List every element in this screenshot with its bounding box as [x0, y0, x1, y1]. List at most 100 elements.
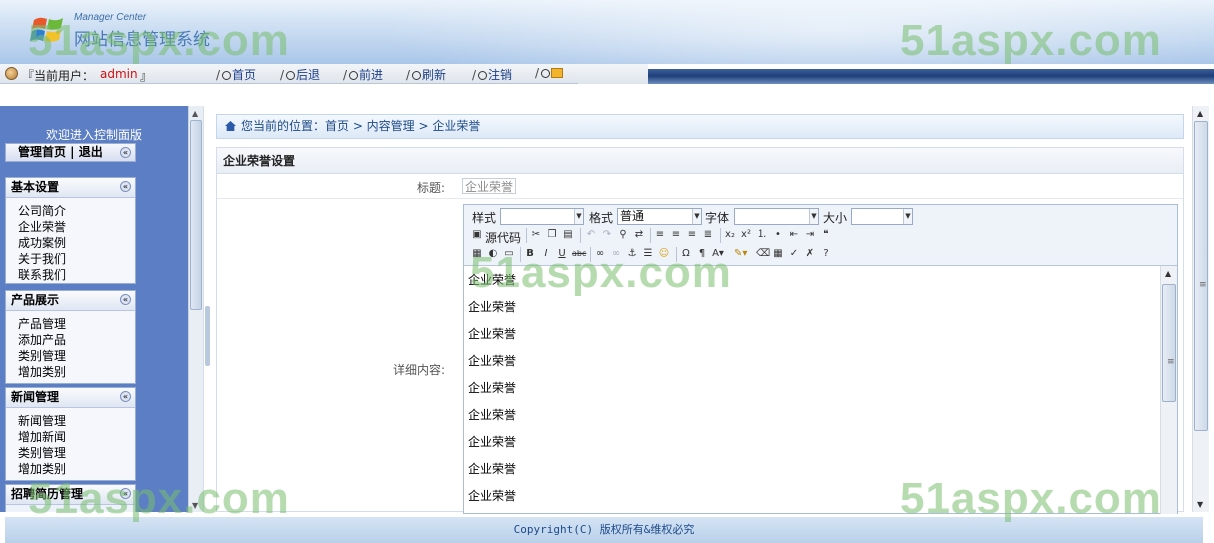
admin-links[interactable]: 管理首页 | 退出 « — [5, 143, 136, 162]
nav-refresh-button[interactable]: / 刷新 — [406, 66, 446, 83]
sidebar-section-header[interactable]: 基本设置 « — [6, 178, 135, 198]
replace-icon[interactable]: ⇄ — [633, 229, 645, 241]
sidebar-item-news-manage[interactable]: 新闻管理 — [18, 413, 135, 429]
subscript-icon[interactable]: x₂ — [724, 229, 736, 241]
sidebar-item-contact[interactable]: 联系我们 — [18, 267, 135, 283]
strikethrough-icon[interactable]: abc — [572, 248, 586, 260]
form-panel: 企业荣誉设置 标题: 详细内容: 样式 ▼ 格式 普通▼ 字体 ▼ 大小 ▼ ▣… — [216, 147, 1184, 514]
paragraph-icon[interactable]: ¶ — [696, 248, 708, 260]
editor-content[interactable]: 企业荣誉 企业荣誉 企业荣誉 企业荣誉 企业荣誉 企业荣誉 企业荣誉 企业荣誉 … — [464, 265, 1177, 514]
page-break-icon[interactable]: ☰ — [642, 248, 654, 260]
scroll-up-icon[interactable]: ▲ — [192, 109, 198, 118]
sidebar-item-cases[interactable]: 成功案例 — [18, 235, 135, 251]
admin-links-label[interactable]: 管理首页 | 退出 — [18, 145, 103, 159]
format-clear-icon[interactable]: ✗ — [804, 248, 816, 260]
bold-icon[interactable]: B — [524, 248, 536, 260]
nav-home-button[interactable]: / 首页 — [216, 66, 256, 83]
paragraph: 企业荣誉 — [468, 354, 517, 368]
sidebar-item-product-category[interactable]: 类别管理 — [18, 348, 135, 364]
align-right-icon[interactable]: ≡ — [686, 229, 698, 241]
find-icon[interactable]: ⚲ — [617, 229, 629, 241]
redo-icon[interactable]: ↷ — [601, 229, 613, 241]
collapse-icon[interactable]: « — [120, 391, 131, 402]
nav-folder-button[interactable]: / — [535, 66, 564, 83]
nav-logout-button[interactable]: / 注销 — [472, 66, 512, 83]
sidebar-section-header[interactable]: 招聘简历管理 « — [6, 485, 135, 505]
undo-icon[interactable]: ↶ — [585, 229, 597, 241]
editor-scrollbar[interactable]: ▲ ≡ — [1160, 266, 1177, 514]
special-char-icon[interactable]: Ω — [680, 248, 692, 260]
source-code-button[interactable]: 源代码 — [485, 229, 521, 246]
sidebar-item-news-add[interactable]: 增加新闻 — [18, 429, 135, 445]
unlink-icon[interactable]: ∞ — [610, 248, 622, 260]
cut-icon[interactable]: ✂ — [530, 229, 542, 241]
sidebar-item-company-intro[interactable]: 公司简介 — [18, 203, 135, 219]
scroll-down-icon[interactable]: ▼ — [1197, 500, 1203, 509]
font-select[interactable]: ▼ — [734, 208, 819, 225]
sidebar-item-product-category-add[interactable]: 增加类别 — [18, 364, 135, 380]
paste-icon[interactable]: ▤ — [562, 229, 574, 241]
anchor-icon[interactable]: ⚓ — [626, 248, 638, 260]
font-label: 字体 — [705, 211, 730, 225]
scroll-up-icon[interactable]: ▲ — [1197, 109, 1203, 118]
collapse-icon[interactable]: « — [120, 488, 131, 499]
title-input[interactable] — [462, 178, 516, 194]
frame-splitter[interactable] — [203, 106, 211, 512]
media-icon[interactable]: ▭ — [503, 248, 515, 260]
indent-icon[interactable]: ⇥ — [804, 229, 816, 241]
scroll-up-icon[interactable]: ▲ — [1165, 269, 1171, 278]
sidebar-item-about[interactable]: 关于我们 — [18, 251, 135, 267]
sidebar-section-header[interactable]: 新闻管理 « — [6, 388, 135, 408]
align-left-icon[interactable]: ≡ — [654, 229, 666, 241]
collapse-icon[interactable]: « — [120, 147, 131, 158]
size-select[interactable]: ▼ — [851, 208, 913, 225]
main-scrollbar[interactable]: ▲ ≡ ▼ — [1192, 106, 1209, 512]
italic-icon[interactable]: I — [540, 248, 552, 260]
editor-toolbar-row-1: 样式 ▼ 格式 普通 ▼ 字体 ▼ 大小 ▼ — [464, 206, 1177, 225]
style-select[interactable]: ▼ — [500, 208, 584, 225]
collapse-icon[interactable]: « — [120, 181, 131, 192]
footer: Copyright(C) 版权所有&维权必究 — [5, 517, 1203, 543]
blockquote-icon[interactable]: ❝ — [820, 229, 832, 241]
align-center-icon[interactable]: ≡ — [670, 229, 682, 241]
ordered-list-icon[interactable]: ⒈ — [756, 229, 768, 241]
scrollbar-thumb[interactable]: ≡ — [1162, 284, 1176, 402]
superscript-icon[interactable]: x² — [740, 229, 752, 241]
sidebar-section-header[interactable]: 产品展示 « — [6, 291, 135, 311]
highlight-icon[interactable]: ✎▾ — [734, 248, 747, 260]
outdent-icon[interactable]: ⇤ — [788, 229, 800, 241]
link-icon[interactable]: ∞ — [594, 248, 606, 260]
copy-icon[interactable]: ❐ — [546, 229, 558, 241]
sidebar-item-product-manage[interactable]: 产品管理 — [18, 316, 135, 332]
nav-back-button[interactable]: / 后退 — [280, 66, 320, 83]
paragraph: 企业荣誉 — [468, 435, 517, 449]
scroll-down-icon[interactable]: ▼ — [192, 501, 198, 510]
sidebar-item-news-category-add[interactable]: 增加类别 — [18, 461, 135, 477]
underline-icon[interactable]: U — [556, 248, 568, 260]
breadcrumb-text[interactable]: 您当前的位置：首页 > 内容管理 > 企业荣誉 — [241, 119, 480, 133]
font-color-icon[interactable]: A▾ — [712, 248, 724, 260]
help-icon[interactable]: ? — [820, 248, 832, 260]
sidebar-item-honors[interactable]: 企业荣誉 — [18, 219, 135, 235]
sidebar-scrollbar[interactable]: ▲ ▼ — [188, 106, 203, 512]
source-code-icon[interactable]: ▣ — [471, 229, 483, 241]
spellcheck-icon[interactable]: ✓ — [788, 248, 800, 260]
scrollbar-thumb[interactable]: ≡ — [1194, 121, 1208, 431]
table-icon[interactable]: ▦ — [772, 248, 784, 260]
align-justify-icon[interactable]: ≣ — [702, 229, 714, 241]
emoticon-icon[interactable]: ☺ — [658, 248, 670, 260]
eraser-icon[interactable]: ⌫ — [756, 248, 770, 260]
unordered-list-icon[interactable]: • — [772, 229, 784, 241]
flash-icon[interactable]: ◐ — [487, 248, 499, 260]
collapse-icon[interactable]: « — [120, 294, 131, 305]
sidebar-section-products: 产品展示 « 产品管理 添加产品 类别管理 增加类别 — [5, 290, 136, 384]
editor-toolbar-row-3: ▦ ◐ ▭ B I U abc ∞ ∞ ⚓ ☰ ☺ Ω ¶ A▾ ✎▾ ⌫ ▦ … — [464, 245, 1177, 264]
title-row: 标题: — [217, 175, 1183, 199]
sidebar-item-news-category[interactable]: 类别管理 — [18, 445, 135, 461]
image-icon[interactable]: ▦ — [471, 248, 483, 260]
sidebar-item-product-add[interactable]: 添加产品 — [18, 332, 135, 348]
paragraph: 企业荣誉 — [468, 381, 517, 395]
scrollbar-thumb[interactable] — [190, 120, 202, 310]
format-select[interactable]: 普通 ▼ — [617, 208, 702, 225]
nav-forward-button[interactable]: / 前进 — [343, 66, 383, 83]
